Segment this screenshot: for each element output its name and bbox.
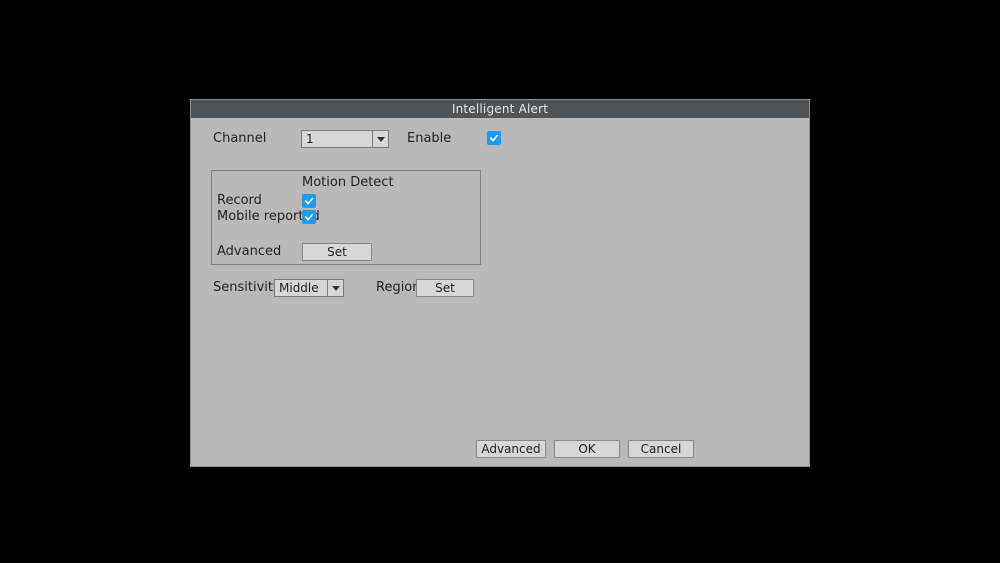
dialog-titlebar: Intelligent Alert — [191, 100, 809, 118]
cancel-button[interactable]: Cancel — [628, 440, 694, 458]
region-set-button[interactable]: Set — [416, 279, 474, 297]
region-label: Region — [376, 280, 421, 295]
sensitivity-value: Middle — [275, 280, 327, 296]
panel-advanced-label: Advanced — [217, 244, 281, 259]
intelligent-alert-dialog: Intelligent Alert Channel 1 Enable Motio… — [190, 99, 810, 467]
check-icon — [304, 196, 314, 206]
sensitivity-label: Sensitivity — [213, 280, 281, 295]
dialog-body: Channel 1 Enable Motion Detect Record Mo… — [191, 118, 809, 466]
advanced-button[interactable]: Advanced — [476, 440, 546, 458]
cancel-button-label: Cancel — [641, 442, 682, 456]
ok-button-label: OK — [578, 442, 595, 456]
enable-label: Enable — [407, 131, 451, 146]
chevron-down-icon — [372, 131, 388, 147]
check-icon — [489, 133, 499, 143]
region-set-button-label: Set — [435, 281, 455, 295]
panel-set-button[interactable]: Set — [302, 243, 372, 261]
record-checkbox[interactable] — [302, 194, 316, 208]
sensitivity-dropdown[interactable]: Middle — [274, 279, 344, 297]
ok-button[interactable]: OK — [554, 440, 620, 458]
channel-value: 1 — [302, 131, 372, 147]
channel-dropdown[interactable]: 1 — [301, 130, 389, 148]
advanced-button-label: Advanced — [481, 442, 540, 456]
dialog-title: Intelligent Alert — [452, 102, 548, 116]
motion-detect-panel: Motion Detect Record Mobile reported Adv… — [211, 170, 481, 265]
panel-set-button-label: Set — [327, 245, 347, 259]
check-icon — [304, 212, 314, 222]
motion-detect-header: Motion Detect — [302, 175, 394, 190]
mobile-reported-checkbox[interactable] — [302, 210, 316, 224]
enable-checkbox[interactable] — [487, 131, 501, 145]
channel-label: Channel — [213, 131, 266, 146]
chevron-down-icon — [327, 280, 343, 296]
dialog-footer: Advanced OK Cancel — [476, 440, 694, 458]
record-label: Record — [217, 193, 262, 208]
